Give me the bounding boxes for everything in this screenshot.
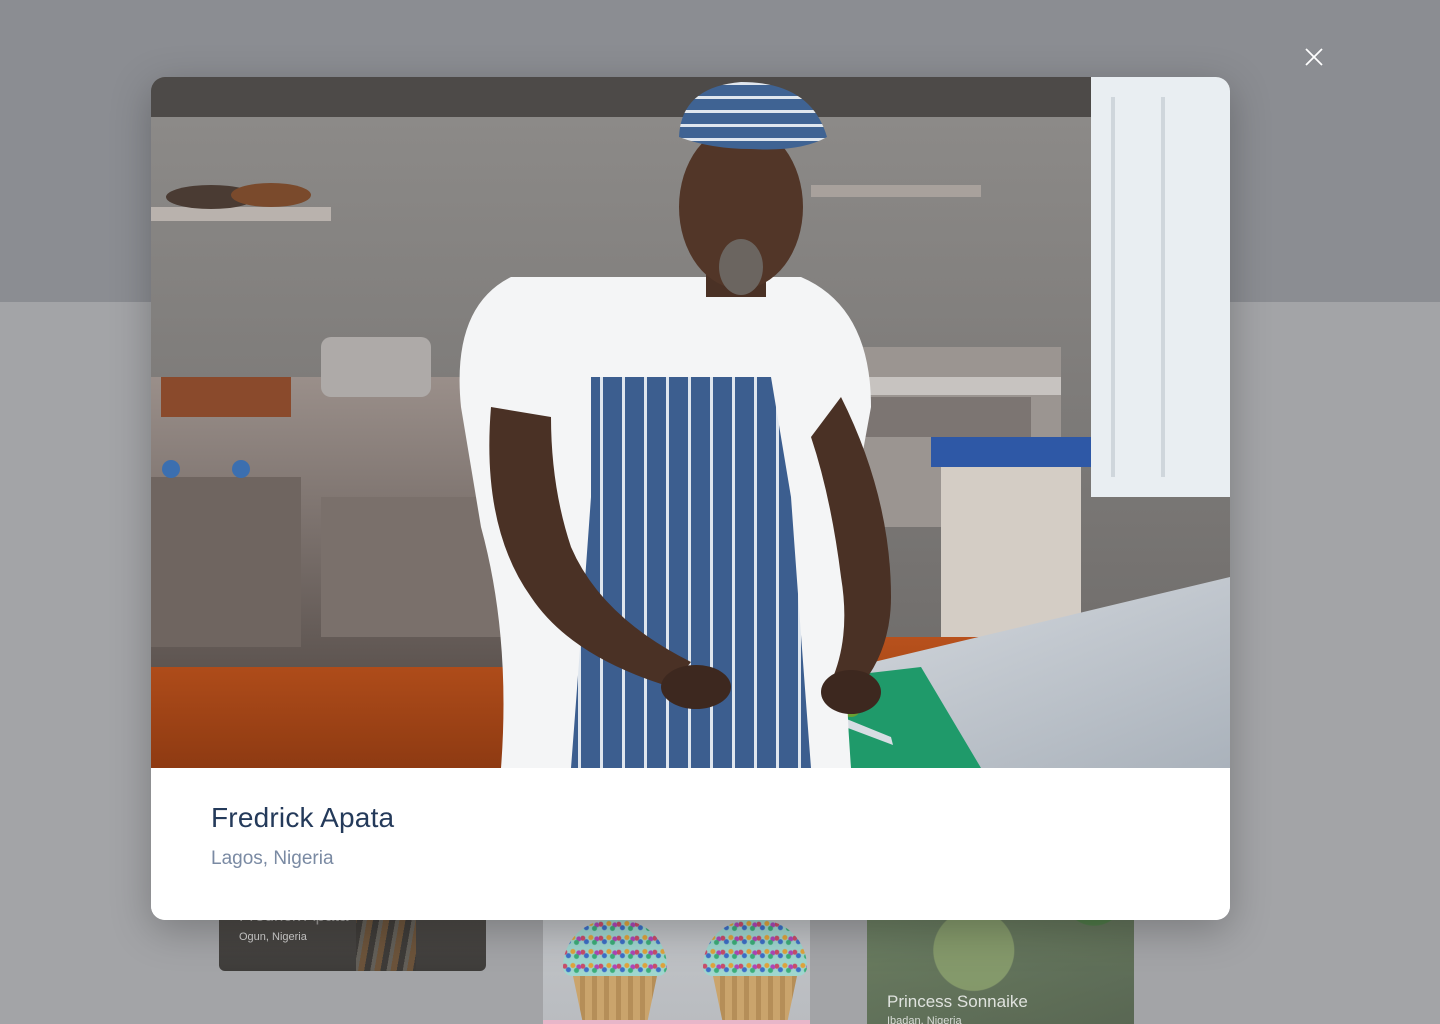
profile-name: Fredrick Apata [211,802,395,833]
card-name: Princess Sonnaike [887,992,1028,1011]
profile-location: Lagos, Nigeria [211,848,334,869]
card-image [563,920,667,1024]
card-image [703,920,807,1024]
close-button[interactable] [1298,41,1330,73]
card-location: Ibadan, Nigeria [887,1015,962,1024]
chef-photo [151,77,1230,768]
card-accent [543,1020,810,1024]
close-icon [1305,48,1323,66]
profile-modal: Fredrick Apata Lagos, Nigeria [151,77,1230,920]
card-location: Ogun, Nigeria [239,931,307,943]
photo-illustration [151,77,1230,768]
profile-info: Fredrick Apata Lagos, Nigeria [151,768,1230,920]
